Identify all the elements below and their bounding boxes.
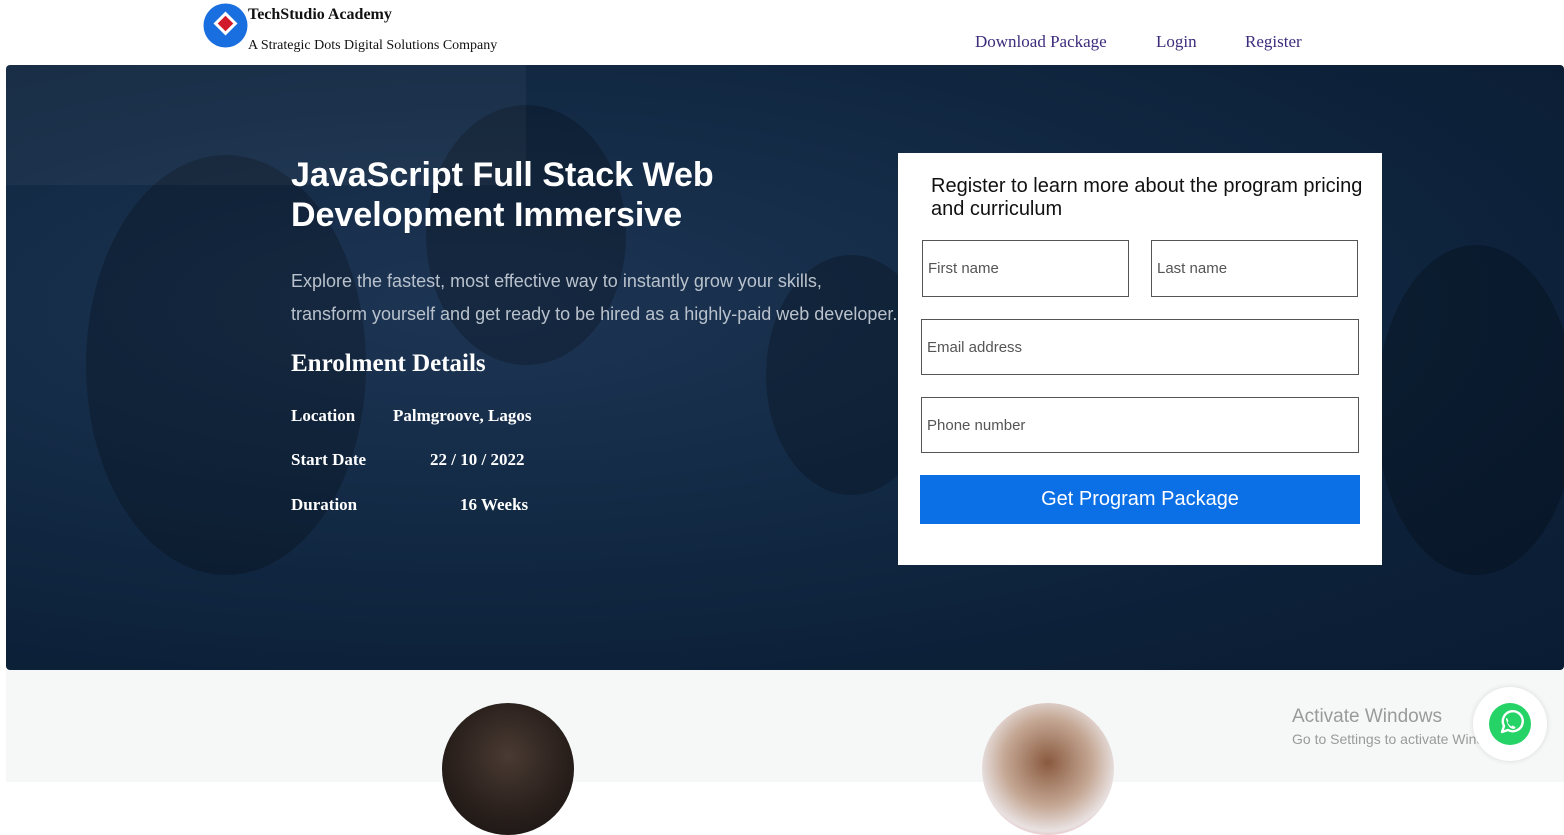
instructor-avatar (982, 703, 1114, 835)
location-label: Location (291, 406, 356, 425)
nav-login[interactable]: Login (1156, 32, 1197, 52)
start-date-label: Start Date (291, 450, 367, 469)
last-name-field[interactable] (1151, 240, 1358, 297)
first-name-field[interactable] (922, 240, 1129, 297)
site-header: TechStudio Academy A Strategic Dots Digi… (0, 0, 1564, 65)
nav-download-package[interactable]: Download Package (975, 32, 1107, 52)
instructor-avatar (442, 703, 574, 835)
duration-label: Duration (291, 495, 358, 514)
email-field[interactable] (921, 319, 1359, 375)
enrolment-title: Enrolment Details (291, 350, 486, 377)
whatsapp-icon (1489, 703, 1531, 745)
activate-windows-title: Activate Windows (1292, 706, 1442, 727)
location-value: Palmgroove, Lagos (393, 406, 532, 425)
form-title: Register to learn more about the program… (931, 175, 1363, 220)
brand-tagline: A Strategic Dots Digital Solutions Compa… (248, 38, 498, 53)
brand-name[interactable]: TechStudio Academy (248, 6, 392, 24)
duration-value: 16 Weeks (460, 495, 529, 514)
logo-icon[interactable] (203, 3, 248, 48)
whatsapp-chat-button[interactable] (1473, 687, 1547, 761)
nav-register[interactable]: Register (1245, 32, 1302, 52)
start-date-value: 22 / 10 / 2022 (430, 450, 525, 469)
phone-field[interactable] (921, 397, 1359, 453)
hero-bg-figure (1376, 245, 1564, 575)
hero-title: JavaScript Full Stack Web Development Im… (291, 156, 714, 234)
hero-description: Explore the fastest, most effective way … (291, 271, 898, 324)
get-program-package-button[interactable]: Get Program Package (920, 475, 1360, 524)
registration-form: Register to learn more about the program… (898, 153, 1382, 565)
